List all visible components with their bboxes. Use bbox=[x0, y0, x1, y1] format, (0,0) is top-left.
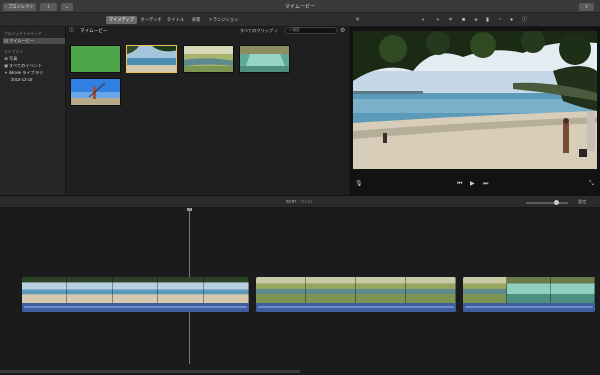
clip-thumbnail-person[interactable] bbox=[70, 78, 121, 106]
sidebar-item-imovie-library[interactable]: ▾ iMovie ライブラリ bbox=[3, 70, 65, 76]
preview-frame[interactable] bbox=[353, 31, 597, 169]
viewer: 🎙 ⏮ ▶ ⏭ ⤡ bbox=[350, 27, 600, 195]
filter-icon[interactable]: ● bbox=[508, 16, 515, 24]
clip-frame-river bbox=[256, 277, 306, 303]
gear-icon[interactable]: ⚙ bbox=[340, 27, 345, 34]
sidebar-item-photos[interactable]: ✿写真 bbox=[3, 56, 65, 62]
audio-waveform bbox=[24, 306, 247, 308]
magic-wand-icon[interactable]: ✕ bbox=[354, 16, 361, 24]
search-input[interactable]: ⌕ 検索 bbox=[285, 27, 337, 34]
clip-audio-track bbox=[256, 303, 456, 312]
zoom-slider[interactable] bbox=[526, 200, 568, 205]
library-sidebar: プロジェクトメディア ▤マイムービー ライブラリ ✿写真 ▣すべてのイベント ▾… bbox=[0, 27, 66, 195]
color-balance-icon[interactable]: ◐ bbox=[420, 16, 427, 24]
media-toolbar: マイメディア オーディオ タイトル 背景 トランジション ✕ ◐ ◑ ⌗ ■ ◂… bbox=[0, 13, 600, 27]
media-browser: ◫ マイムービー すべてのクリップ ◇ ⌕ 検索 ⚙ bbox=[66, 27, 349, 195]
timeline-clip[interactable] bbox=[22, 277, 249, 312]
tab-audio[interactable]: オーディオ bbox=[140, 16, 162, 24]
project-media-heading: プロジェクトメディア bbox=[4, 32, 42, 36]
mic-icon[interactable]: 🎙 bbox=[355, 179, 363, 189]
clip-audio-track bbox=[22, 303, 249, 312]
stabilize-icon[interactable]: ■ bbox=[460, 16, 467, 24]
timeline-clip[interactable] bbox=[463, 277, 595, 312]
clip-frame-river bbox=[463, 277, 507, 303]
sidebar-item-event-date[interactable]: 2016-12-18 bbox=[3, 77, 65, 83]
crop-icon[interactable]: ⌗ bbox=[447, 16, 454, 24]
share-icon: ⇧ bbox=[584, 4, 589, 9]
speed-icon[interactable]: ◔ bbox=[496, 16, 503, 24]
skip-forward-icon[interactable]: ⏭ bbox=[483, 179, 488, 189]
color-correction-icon[interactable]: ◑ bbox=[434, 16, 441, 24]
fullscreen-icon[interactable]: ⤡ bbox=[589, 179, 594, 189]
settings-button[interactable]: 設定 bbox=[578, 199, 586, 205]
clip-thumbnail-river[interactable] bbox=[183, 45, 234, 73]
audio-waveform bbox=[258, 306, 454, 308]
clip-frame-waterfall bbox=[507, 277, 551, 303]
clip-frame-beach bbox=[203, 277, 249, 303]
sidebar-item-project[interactable]: ▤マイムービー bbox=[3, 38, 65, 44]
library-heading: ライブラリ bbox=[4, 50, 23, 54]
clip-frame-beach bbox=[22, 277, 68, 303]
clip-video-track bbox=[22, 277, 249, 303]
clip-thumbnail-beach[interactable] bbox=[126, 45, 177, 73]
clip-video-track bbox=[463, 277, 595, 303]
play-icon[interactable]: ▶ bbox=[470, 179, 475, 189]
clip-frame-waterfall bbox=[551, 277, 595, 303]
tab-my-media[interactable]: マイメディア bbox=[106, 16, 137, 24]
clip-frame-beach bbox=[112, 277, 159, 303]
clip-frame-beach bbox=[158, 277, 204, 303]
clip-frame-river bbox=[306, 277, 356, 303]
timecode-display: 00:07/ 01:01 bbox=[286, 199, 313, 204]
info-icon[interactable]: ⓘ bbox=[521, 16, 528, 24]
timeline-header: 00:07/ 01:01 設定 bbox=[0, 195, 600, 208]
sidebar-toggle-icon[interactable]: ◫ bbox=[69, 27, 74, 33]
skip-back-icon[interactable]: ⏮ bbox=[457, 179, 462, 189]
clip-audio-track bbox=[463, 303, 595, 312]
volume-icon[interactable]: ◂ bbox=[472, 16, 479, 24]
tab-titles[interactable]: タイトル bbox=[166, 16, 185, 24]
clip-thumbnail-green[interactable] bbox=[70, 45, 121, 73]
timeline[interactable] bbox=[0, 208, 600, 375]
browser-title: マイムービー bbox=[80, 28, 108, 33]
share-button[interactable]: ⇧ bbox=[579, 3, 594, 11]
clip-filter-select[interactable]: すべてのクリップ ◇ bbox=[240, 28, 277, 34]
eq-icon[interactable]: ▮ bbox=[484, 16, 491, 24]
window-title: マイムービー bbox=[285, 4, 315, 10]
clip-thumbnail-waterfall[interactable] bbox=[239, 45, 290, 73]
audio-waveform bbox=[465, 306, 593, 308]
sidebar-item-all-events[interactable]: ▣すべてのイベント bbox=[3, 63, 65, 69]
clip-video-track bbox=[256, 277, 456, 303]
clip-frame-beach bbox=[67, 277, 113, 303]
title-bar: ‹ プロジェクト ⇩ ⌄ マイムービー ⇧ bbox=[0, 0, 600, 13]
viewer-controls: 🎙 ⏮ ▶ ⏭ ⤡ bbox=[351, 179, 600, 189]
timeline-clip[interactable] bbox=[256, 277, 456, 312]
zoom-slider-knob[interactable] bbox=[553, 200, 559, 205]
clip-frame-river bbox=[406, 277, 456, 303]
clip-frame-river bbox=[356, 277, 406, 303]
tab-backgrounds[interactable]: 背景 bbox=[189, 16, 203, 24]
timeline-scrollbar[interactable] bbox=[0, 370, 300, 373]
tab-transitions[interactable]: トランジション bbox=[207, 16, 240, 24]
